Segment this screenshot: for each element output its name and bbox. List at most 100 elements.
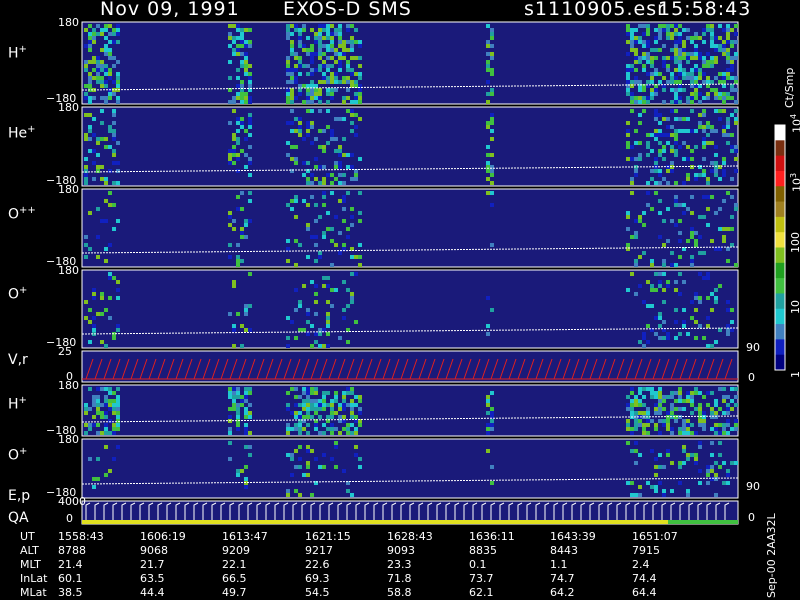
spectrogram-cell — [682, 52, 686, 56]
table-cell: 74.4 — [632, 572, 657, 585]
spectrogram-cell — [358, 191, 362, 195]
spectrogram-cell — [638, 113, 642, 117]
spectrogram-cell — [326, 88, 330, 92]
spectrogram-cell — [248, 100, 252, 104]
spectrogram-cell — [92, 403, 96, 407]
spectrogram-cell — [88, 427, 92, 431]
spectrogram-cell — [342, 153, 346, 157]
spectrogram-cell — [634, 173, 638, 177]
spectrogram-cell — [116, 80, 120, 84]
spectrogram-cell — [322, 24, 326, 28]
spectrogram-cell — [662, 489, 666, 493]
spectrogram-cell — [690, 316, 694, 320]
spectrogram-cell — [100, 137, 104, 141]
spectrogram-cell — [638, 485, 642, 489]
spectrogram-cell — [294, 64, 298, 68]
spectrogram-cell — [112, 457, 116, 461]
spectrogram-cell — [726, 308, 730, 312]
spectrogram-cell — [694, 32, 698, 36]
spectrogram-cell — [490, 169, 494, 173]
spectrogram-cell — [290, 80, 294, 84]
spectrogram-cell — [674, 288, 678, 292]
spectrogram-cell — [678, 68, 682, 72]
spectrogram-cell — [244, 431, 248, 435]
spectrogram-cell — [658, 387, 662, 391]
spectrogram-cell — [702, 113, 706, 117]
spectrogram-cell — [626, 141, 630, 145]
spectrogram-cell — [678, 96, 682, 100]
spectrogram-cell — [240, 125, 244, 129]
spectrogram-cell — [302, 173, 306, 177]
spectrogram-cell — [722, 109, 726, 113]
spectrogram-cell — [322, 195, 326, 199]
spectrogram-cell — [342, 395, 346, 399]
spectrogram-cell — [290, 145, 294, 149]
spectrogram-cell — [294, 308, 298, 312]
spectrogram-cell — [354, 255, 358, 259]
spectrogram-cell — [342, 56, 346, 60]
spectrogram-cell — [88, 96, 92, 100]
spectrogram-cell — [726, 407, 730, 411]
spectrogram-cell — [702, 173, 706, 177]
spectrogram-cell — [294, 415, 298, 419]
spectrogram-cell — [670, 125, 674, 129]
spectrogram-cell — [734, 88, 738, 92]
spectrogram-cell — [330, 129, 334, 133]
spectrogram-cell — [710, 453, 714, 457]
spectrogram-cell — [682, 308, 686, 312]
spectrogram-cell — [334, 391, 338, 395]
spectrogram-cell — [314, 411, 318, 415]
spectrogram-cell — [690, 157, 694, 161]
spectrogram-cell — [100, 96, 104, 100]
spectrogram-cell — [108, 272, 112, 276]
spectrogram-cell — [690, 165, 694, 169]
spectrogram-cell — [698, 113, 702, 117]
spectrogram-cell — [490, 44, 494, 48]
spectrogram-cell — [718, 48, 722, 52]
spectrogram-cell — [658, 211, 662, 215]
spectrogram-cell — [698, 100, 702, 104]
spectrogram-cell — [306, 391, 310, 395]
spectrogram-cell — [678, 332, 682, 336]
spectrogram-cell — [702, 72, 706, 76]
spectrogram-cell — [646, 133, 650, 137]
spectrogram-cell — [662, 395, 666, 399]
spectrogram-cell — [690, 431, 694, 435]
spectrogram-cell — [638, 157, 642, 161]
spectrogram-cell — [322, 52, 326, 56]
spectrogram-cell — [706, 324, 710, 328]
spectrogram-cell — [232, 145, 236, 149]
spectrogram-cell — [346, 431, 350, 435]
spectrogram-cell — [626, 80, 630, 84]
spectrogram-cell — [228, 32, 232, 36]
spectrogram-cell — [706, 195, 710, 199]
spectrogram-cell — [646, 141, 650, 145]
spectrogram-cell — [306, 64, 310, 68]
spectrogram-cell — [666, 239, 670, 243]
spectrogram-cell — [674, 76, 678, 80]
spectrogram-cell — [112, 40, 116, 44]
spectrogram-cell — [698, 68, 702, 72]
spectrogram-cell — [248, 431, 252, 435]
spectrogram-cell — [678, 24, 682, 28]
spectrogram-cell — [626, 441, 630, 445]
table-cell: 1643:39 — [550, 530, 596, 543]
spectrogram-cell — [104, 96, 108, 100]
spectrogram-cell — [626, 52, 630, 56]
spectrogram-cell — [630, 32, 634, 36]
spectrogram-cell — [236, 403, 240, 407]
spectrogram-cell — [706, 207, 710, 211]
spectrogram-cell — [486, 449, 490, 453]
colorbar-tick-1: 103 — [789, 173, 800, 192]
spectrogram-cell — [342, 40, 346, 44]
spectrogram-cell — [346, 165, 350, 169]
spectrogram-cell — [302, 399, 306, 403]
spectrogram-cell — [108, 419, 112, 423]
spectrogram-cell — [710, 40, 714, 44]
spectrogram-cell — [232, 403, 236, 407]
spectrogram-cell — [722, 80, 726, 84]
spectrogram-cell — [318, 255, 322, 259]
spectrogram-cell — [116, 387, 120, 391]
spectrogram-cell — [326, 24, 330, 28]
spectrogram-cell — [330, 137, 334, 141]
